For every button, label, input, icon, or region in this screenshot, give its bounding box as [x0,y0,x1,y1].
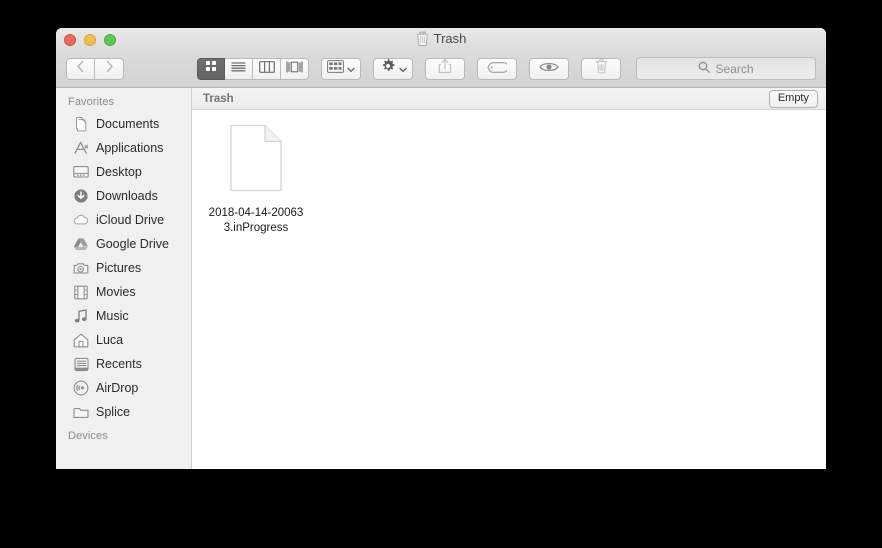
grid-icon [204,59,218,78]
arrange-button[interactable] [321,57,361,80]
sidebar-item-desktop[interactable]: Desktop [56,160,191,184]
share-button[interactable] [425,57,465,80]
list-view-button[interactable] [225,57,253,80]
search-placeholder: Search [715,61,754,76]
sidebar-item-music[interactable]: Music [56,304,191,328]
sidebar-item-label: Pictures [96,261,142,275]
sidebar-item-downloads[interactable]: Downloads [56,184,191,208]
window-body: Favorites Documents Applications Desktop… [56,88,826,469]
close-button[interactable] [64,34,76,46]
downloads-icon [73,188,89,204]
chevron-left-icon [76,60,85,78]
toolbar: Search [56,50,826,88]
sidebar-item-splice[interactable]: Splice [56,400,191,424]
share-icon [438,58,452,79]
sidebar-item-label: Desktop [96,165,142,179]
sidebar-item-label: iCloud Drive [96,213,165,227]
quicklook-button[interactable] [529,57,569,80]
coverflow-icon [286,60,303,78]
sidebar-item-label: Music [96,309,129,323]
chevron-down-icon [398,60,407,78]
arrange-grid-icon [327,59,344,78]
back-button[interactable] [66,57,95,80]
view-mode-group [197,57,309,80]
navigation-buttons [66,57,124,80]
gear-icon [380,58,396,79]
tag-icon [487,60,509,78]
sidebar-item-label: Splice [96,405,131,419]
gallery-view-button[interactable] [281,57,309,80]
trash-icon [416,31,429,46]
maximize-button[interactable] [104,34,116,46]
sidebar-item-movies[interactable]: Movies [56,280,191,304]
action-menu-button[interactable] [373,57,413,80]
empty-trash-button[interactable]: Empty [768,89,818,108]
sidebar-item-label: Recents [96,357,142,371]
home-icon [73,332,89,348]
finder-window: Trash Search Favorites Documents Applica… [56,28,826,469]
chevron-right-icon [105,60,114,78]
applications-icon [73,140,89,156]
sidebar-item-google-drive[interactable]: Google Drive [56,232,191,256]
search-icon [698,60,711,78]
sidebar-item-label: Downloads [96,189,158,203]
sidebar-section-header-favorites: Favorites [68,96,115,108]
columns-icon [258,60,275,78]
list-icon [231,60,246,78]
file-item[interactable]: 2018-04-14-200633.inProgress [200,124,312,236]
chevron-down-icon [347,60,355,78]
sidebar-item-label: Documents [96,117,160,131]
traffic-lights [64,34,116,46]
sidebar-item-icloud-drive[interactable]: iCloud Drive [56,208,191,232]
sidebar-item-recents[interactable]: Recents [56,352,191,376]
window-title: Trash [433,31,467,46]
recents-icon [73,356,89,372]
blank-document-icon [229,124,283,197]
folder-icon [73,404,89,420]
sidebar-item-airdrop[interactable]: AirDrop [56,376,191,400]
search-field[interactable]: Search [636,57,816,80]
minimize-button[interactable] [84,34,96,46]
sidebar-item-label: Luca [96,333,124,347]
pictures-icon [73,260,89,276]
sidebar-item-applications[interactable]: Applications [56,136,191,160]
sidebar-item-pictures[interactable]: Pictures [56,256,191,280]
sidebar-item-label: Google Drive [96,237,169,251]
trash-icon [595,58,608,79]
forward-button[interactable] [95,57,124,80]
movies-icon [73,284,89,300]
window-title-group: Trash [56,31,826,46]
eye-icon [539,60,559,78]
sidebar-item-documents[interactable]: Documents [56,112,191,136]
file-grid[interactable]: 2018-04-14-200633.inProgress [192,110,826,469]
icon-view-button[interactable] [197,57,225,80]
sidebar-item-label: Movies [96,285,136,299]
airdrop-icon [73,380,89,396]
sidebar-section-header-devices: Devices [68,430,108,442]
music-icon [73,308,89,324]
column-view-button[interactable] [253,57,281,80]
sidebar-item-label: AirDrop [96,381,139,395]
desktop-icon [73,164,89,180]
sidebar: Favorites Documents Applications Desktop… [56,88,192,469]
pathbar: Trash Empty [192,88,826,110]
delete-button[interactable] [581,57,621,80]
sidebar-item-label: Applications [96,141,164,155]
file-name-label: 2018-04-14-200633.inProgress [208,207,304,234]
sidebar-item-luca[interactable]: Luca [56,328,191,352]
pathbar-label: Trash [203,92,234,105]
google-drive-icon [73,236,89,252]
documents-icon [73,116,89,132]
icloud-icon [73,212,89,228]
content-pane: Trash Empty 2018-04-14-200633.inProgress [192,88,826,469]
tag-button[interactable] [477,57,517,80]
window-titlebar: Trash [56,28,826,50]
